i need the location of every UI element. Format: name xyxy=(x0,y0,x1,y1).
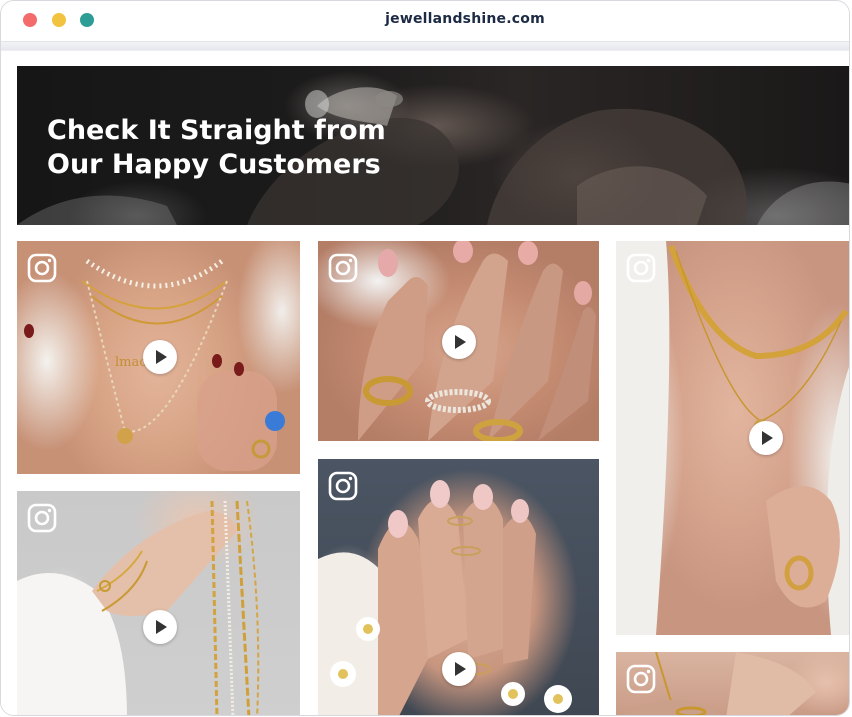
play-icon xyxy=(762,431,773,445)
gallery-tile-1[interactable]: lmao xyxy=(17,241,300,474)
gallery-tile-3[interactable] xyxy=(616,241,849,635)
gallery-tile-4[interactable] xyxy=(17,491,300,715)
instagram-icon xyxy=(328,471,358,501)
hero-banner: Check It Straight from Our Happy Custome… xyxy=(17,66,849,225)
instagram-icon xyxy=(626,664,656,694)
gold-necklace-photo xyxy=(616,241,849,635)
gallery-tile-6[interactable] xyxy=(616,652,849,715)
play-video-button[interactable] xyxy=(442,325,476,359)
hero-title: Check It Straight from Our Happy Custome… xyxy=(47,114,427,182)
page-content: Check It Straight from Our Happy Custome… xyxy=(1,52,849,715)
gallery-tile-2[interactable] xyxy=(318,241,599,441)
play-icon xyxy=(455,662,466,676)
gallery-tile-5[interactable] xyxy=(318,459,599,715)
instagram-icon xyxy=(626,253,656,283)
play-icon xyxy=(455,335,466,349)
bracelets-chains-photo xyxy=(17,500,260,715)
instagram-icon xyxy=(328,253,358,283)
hero-title-line-1: Check It Straight from xyxy=(47,115,386,146)
play-video-button[interactable] xyxy=(749,421,783,455)
browser-window: jewellandshine.com Check It Straight fro… xyxy=(0,0,850,716)
play-icon xyxy=(156,620,167,634)
address-bar-url[interactable]: jewellandshine.com xyxy=(1,11,849,27)
browser-titlebar: jewellandshine.com xyxy=(1,1,849,41)
play-video-button[interactable] xyxy=(442,652,476,686)
instagram-icon xyxy=(27,503,57,533)
titlebar-divider xyxy=(1,41,849,51)
play-video-button[interactable] xyxy=(143,610,177,644)
play-icon xyxy=(156,350,167,364)
instagram-icon xyxy=(27,253,57,283)
hero-title-line-2: Our Happy Customers xyxy=(47,149,381,180)
play-video-button[interactable] xyxy=(143,340,177,374)
